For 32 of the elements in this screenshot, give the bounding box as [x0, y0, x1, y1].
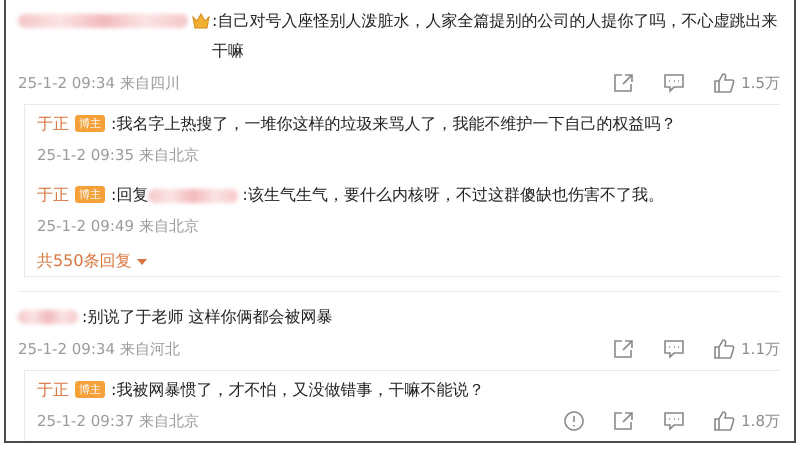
- share-icon[interactable]: [613, 339, 636, 359]
- reply-text: :我被网暴惯了，才不怕，又没做错事，干嘛不能说？: [111, 380, 484, 399]
- reply-text: :我名字上热搜了，一堆你这样的垃圾来骂人了，我能不维护一下自己的权益吗？: [111, 114, 676, 133]
- comment-timestamp: 25-1-2 09:34 来自河北: [18, 340, 180, 358]
- blogger-badge: 博主: [75, 115, 105, 132]
- comment-icon[interactable]: [663, 411, 686, 431]
- comment-timestamp: 25-1-2 09:37 来自北京: [37, 412, 199, 430]
- comment-timestamp: 25-1-2 09:49 来自北京: [37, 216, 199, 236]
- share-icon[interactable]: [613, 411, 636, 431]
- comment-timestamp: 25-1-2 09:34 来自四川: [18, 74, 180, 92]
- reply-author[interactable]: 于正: [37, 185, 69, 204]
- like-count: 1.1万: [741, 340, 780, 358]
- exclamation-icon[interactable]: [563, 410, 586, 432]
- comment-icon[interactable]: [663, 73, 686, 93]
- comment-text: :别说了于老师 这样你俩都会被网暴: [82, 306, 334, 328]
- share-icon[interactable]: [613, 73, 636, 93]
- thumbs-up-icon[interactable]: [713, 410, 736, 432]
- reply-author[interactable]: 于正: [37, 114, 69, 133]
- blogger-badge: 博主: [75, 186, 105, 203]
- reply-text: :该生气生气，要什么内核呀，不过这群傻缺也伤害不了我。: [242, 185, 664, 204]
- comment-text: :自己对号入座怪别人泼脏水，人家全篇提别的公司的人提你了吗，不心虚跳出来干嘛: [212, 10, 778, 62]
- like-count: 1.5万: [741, 74, 780, 92]
- like-count: 1.8万: [741, 412, 780, 430]
- more-replies-link[interactable]: 共550条回复: [37, 251, 148, 272]
- thumbs-up-icon[interactable]: [713, 338, 736, 360]
- blogger-badge: 博主: [75, 381, 105, 398]
- comment-icon[interactable]: [663, 339, 686, 359]
- caret-icon: [136, 258, 148, 266]
- thumbs-up-icon[interactable]: [713, 72, 736, 94]
- reply-author[interactable]: 于正: [37, 380, 69, 399]
- reply-prefix: :回复: [111, 185, 148, 204]
- comment-timestamp: 25-1-2 09:35 来自北京: [37, 146, 199, 164]
